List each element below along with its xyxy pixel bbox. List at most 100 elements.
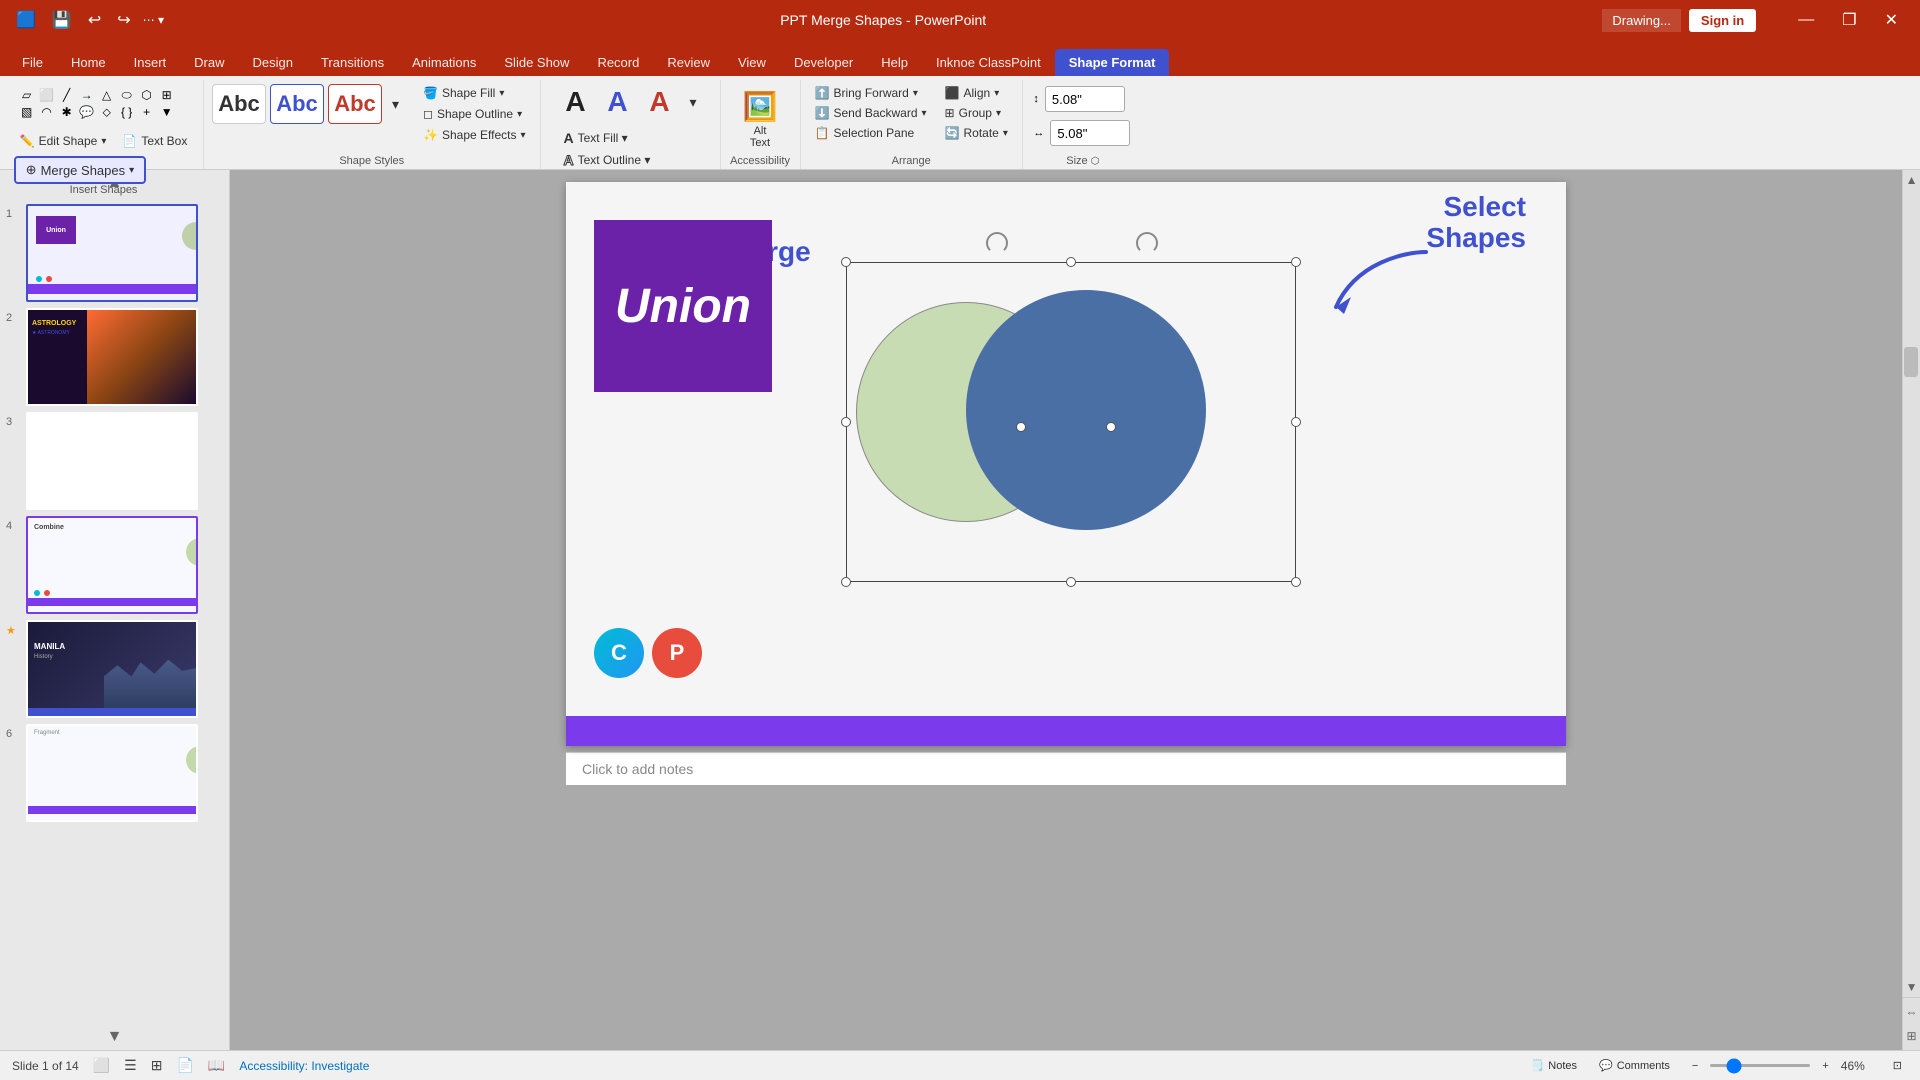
- notes-area[interactable]: Click to add notes: [566, 752, 1566, 785]
- shape-oval-icon[interactable]: ⬭: [118, 88, 136, 103]
- slide-thumb-3[interactable]: [26, 412, 198, 510]
- tab-help[interactable]: Help: [867, 49, 922, 76]
- handle-center[interactable]: [1106, 422, 1116, 432]
- notes-button[interactable]: 🗒️ Notes: [1525, 1055, 1583, 1076]
- scroll-up-button[interactable]: ▲: [1903, 170, 1920, 190]
- group-button[interactable]: ⊞ Group ▾: [939, 104, 1014, 122]
- shape-effects-button[interactable]: ✨ Shape Effects ▾: [417, 126, 531, 144]
- slide-item-5[interactable]: ★ MANILA History: [6, 620, 223, 718]
- save-button[interactable]: 💾: [48, 8, 76, 32]
- customize-icon[interactable]: ⋯ ▾: [143, 13, 164, 27]
- canvas-area[interactable]: PPT Merge Union: [230, 170, 1902, 1050]
- selection-pane-button[interactable]: 📋 Selection Pane: [809, 124, 933, 142]
- union-box[interactable]: Union: [594, 220, 772, 392]
- style-btn-1[interactable]: Abc: [212, 84, 266, 124]
- slide-item-4[interactable]: 4 Combine: [6, 516, 223, 614]
- tab-file[interactable]: File: [8, 49, 57, 76]
- sign-in-button[interactable]: Sign in: [1689, 9, 1756, 32]
- reading-view-icon[interactable]: 📖: [208, 1057, 225, 1074]
- text-box-button[interactable]: 📄 Text Box: [116, 130, 193, 152]
- slide-thumb-2[interactable]: ASTROLOGY ★ ASTRONOMY: [26, 308, 198, 406]
- style-btn-2[interactable]: Abc: [270, 84, 324, 124]
- outline-view-icon[interactable]: ☰: [124, 1057, 137, 1074]
- wordart-more-button[interactable]: ▾: [684, 84, 703, 120]
- text-outline-button[interactable]: A Text Outline ▾: [558, 150, 659, 170]
- tab-view[interactable]: View: [724, 49, 780, 76]
- scroll-track[interactable]: [1903, 190, 1920, 977]
- zoom-percent[interactable]: 46%: [1841, 1059, 1877, 1073]
- handle-tr[interactable]: [1291, 257, 1301, 267]
- edit-shape-button[interactable]: ✏️ Edit Shape ▾: [14, 130, 113, 152]
- notes-page-icon[interactable]: 📄: [176, 1057, 193, 1074]
- shape-star-icon[interactable]: ✱: [58, 105, 76, 120]
- circle-blue[interactable]: [966, 290, 1206, 530]
- shape-para-icon[interactable]: ▧: [18, 105, 36, 120]
- slide-scroll-down-button[interactable]: ▼: [0, 1024, 229, 1050]
- shape-fill-button[interactable]: 🪣 Shape Fill ▾: [417, 84, 531, 102]
- tab-insert[interactable]: Insert: [120, 49, 181, 76]
- tab-design[interactable]: Design: [239, 49, 307, 76]
- rotate-handle-right[interactable]: [1136, 232, 1158, 254]
- width-input[interactable]: [1050, 120, 1130, 146]
- shape-plus-icon[interactable]: +: [138, 105, 156, 120]
- drawing-button[interactable]: Drawing...: [1602, 9, 1681, 32]
- circles-container[interactable]: [846, 262, 1296, 582]
- tab-transitions[interactable]: Transitions: [307, 49, 398, 76]
- shape-flow-icon[interactable]: ⬦: [98, 105, 116, 120]
- handle-mr[interactable]: [1291, 417, 1301, 427]
- fit-slide-button[interactable]: ⊡: [1887, 1055, 1908, 1076]
- scroll-down-button[interactable]: ▼: [1903, 977, 1920, 997]
- wordart-blue-button[interactable]: A: [600, 84, 636, 120]
- wordart-red-button[interactable]: A: [642, 84, 678, 120]
- minimize-button[interactable]: —: [1788, 7, 1824, 33]
- text-fill-button[interactable]: A Text Fill ▾: [558, 128, 659, 148]
- slide-item-2[interactable]: 2 ASTROLOGY ★ ASTRONOMY: [6, 308, 223, 406]
- zoom-in-button[interactable]: +: [1816, 1056, 1834, 1076]
- handle-tl[interactable]: [841, 257, 851, 267]
- tab-review[interactable]: Review: [653, 49, 724, 76]
- slide-thumb-1[interactable]: Union: [26, 204, 198, 302]
- slide-thumb-4[interactable]: Combine: [26, 516, 198, 614]
- handle-intersect[interactable]: [1016, 422, 1026, 432]
- slide-view-icon[interactable]: ⬜: [93, 1057, 110, 1074]
- send-backward-button[interactable]: ⬇️ Send Backward ▾: [809, 104, 933, 122]
- classpoint-icon[interactable]: C: [594, 628, 644, 678]
- slide-canvas[interactable]: PPT Merge Union: [566, 182, 1566, 746]
- shape-round-icon[interactable]: ⬜: [38, 88, 56, 103]
- merge-shapes-button[interactable]: ⊕ Merge Shapes ▾: [14, 156, 147, 184]
- tab-draw[interactable]: Draw: [180, 49, 238, 76]
- tab-classpoint[interactable]: Inknoe ClassPoint: [922, 49, 1055, 76]
- redo-button[interactable]: ↪: [113, 8, 134, 32]
- shape-arrow-icon[interactable]: →: [78, 88, 96, 103]
- slide-item-3[interactable]: 3: [6, 412, 223, 510]
- shape-more-icon[interactable]: ⊞: [158, 88, 176, 103]
- wordart-black-button[interactable]: A: [558, 84, 594, 120]
- rotate-handle-left[interactable]: [986, 232, 1008, 254]
- restore-button[interactable]: ❐: [1832, 6, 1866, 34]
- ppt-icon[interactable]: P: [652, 628, 702, 678]
- tab-slideshow[interactable]: Slide Show: [490, 49, 583, 76]
- tab-developer[interactable]: Developer: [780, 49, 867, 76]
- slide-item-1[interactable]: 1 Union: [6, 204, 223, 302]
- undo-button[interactable]: ↩: [84, 8, 105, 32]
- slide-sorter-icon[interactable]: ⊞: [151, 1057, 163, 1074]
- right-scrollbar[interactable]: ▲ ▼ ⇔ ⊞: [1902, 170, 1920, 1050]
- slide-thumb-6[interactable]: Fragment: [26, 724, 198, 822]
- slide-item-6[interactable]: 6 Fragment: [6, 724, 223, 822]
- style-btn-3[interactable]: Abc: [328, 84, 382, 124]
- handle-bl[interactable]: [841, 577, 851, 587]
- comments-button[interactable]: 💬 Comments: [1593, 1055, 1676, 1076]
- shape-outline-button[interactable]: ◻ Shape Outline ▾: [417, 105, 531, 123]
- tab-shape-format[interactable]: Shape Format: [1055, 49, 1170, 76]
- shape-line-icon[interactable]: ╱: [58, 88, 76, 103]
- tab-home[interactable]: Home: [57, 49, 120, 76]
- rotate-button[interactable]: 🔄 Rotate ▾: [939, 124, 1014, 142]
- shape-curve-icon[interactable]: ◠: [38, 105, 56, 120]
- align-button[interactable]: ⬛ Align ▾: [939, 84, 1014, 102]
- handle-tc[interactable]: [1066, 257, 1076, 267]
- shape-hex-icon[interactable]: ⬡: [138, 88, 156, 103]
- expand-button[interactable]: ⇔: [1903, 1002, 1920, 1022]
- shape-down-icon[interactable]: ▼: [158, 105, 176, 120]
- slide-thumb-5[interactable]: MANILA History: [26, 620, 198, 718]
- handle-bc[interactable]: [1066, 577, 1076, 587]
